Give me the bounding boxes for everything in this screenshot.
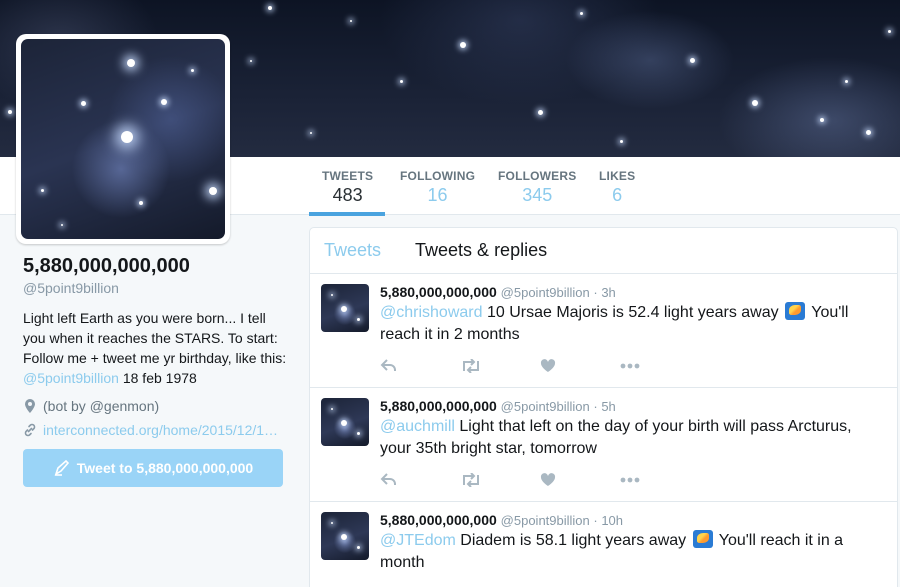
more-options-icon[interactable]: [620, 356, 700, 376]
tweet-header: 5,880,000,000,000 @5point9billion · 10h: [380, 512, 883, 528]
more-options-icon[interactable]: [620, 470, 700, 490]
retweet-icon[interactable]: [460, 470, 540, 490]
tweet-header: 5,880,000,000,000 @5point9billion · 3h: [380, 284, 883, 300]
tweet-meta: @5point9billion · 3h: [500, 285, 616, 300]
location-pin-icon: [25, 399, 35, 413]
tweet-text: @chrishoward 10 Ursae Majoris is 52.4 li…: [380, 302, 883, 346]
tweet-body: 10 Ursae Majoris is 52.4 light years awa…: [482, 304, 784, 321]
stat-label: TWEETS: [322, 169, 374, 183]
tweet-item[interactable]: 5,880,000,000,000 @5point9billion · 5h @…: [310, 388, 897, 502]
reply-icon[interactable]: [380, 356, 460, 376]
stat-label: LIKES: [599, 169, 636, 183]
shooting-star-emoji-icon: [785, 302, 806, 320]
tweet-avatar[interactable]: [321, 284, 369, 332]
tweet-meta: @5point9billion · 10h: [500, 513, 624, 528]
tweet-item[interactable]: 5,880,000,000,000 @5point9billion · 3h @…: [310, 274, 897, 388]
location-text: (bot by @genmon): [43, 398, 160, 414]
tweet-author-name[interactable]: 5,880,000,000,000: [380, 512, 497, 528]
like-heart-icon[interactable]: [540, 356, 620, 376]
tweet-actions: [380, 356, 700, 376]
stat-likes[interactable]: LIKES 6: [599, 169, 635, 206]
tweet-to-button-label: Tweet to 5,880,000,000,000: [76, 460, 254, 476]
tweet-avatar[interactable]: [321, 398, 369, 446]
profile-url-link[interactable]: interconnected.org/home/2015/12/1…: [43, 422, 278, 438]
bio-text-end: 18 feb 1978: [118, 370, 197, 386]
compose-quill-icon: [54, 459, 69, 476]
location-row: (bot by @genmon): [23, 398, 288, 414]
stat-value: 345: [522, 185, 553, 205]
stat-tweets[interactable]: TWEETS 483: [322, 169, 373, 206]
tweet-author-name[interactable]: 5,880,000,000,000: [380, 398, 497, 414]
tweet-item[interactable]: 5,880,000,000,000 @5point9billion · 10h …: [310, 502, 897, 587]
avatar-image: [21, 39, 225, 239]
profile-card: 5,880,000,000,000 @5point9billion Light …: [23, 255, 288, 438]
profile-page: TWEETS 483 FOLLOWING 16 FOLLOWERS 345 LI…: [0, 0, 900, 587]
tweet-author-name[interactable]: 5,880,000,000,000: [380, 284, 497, 300]
timeline: Tweets Tweets & replies 5,880,000,000,00…: [309, 227, 898, 587]
stat-label: FOLLOWING: [400, 169, 476, 183]
stat-label: FOLLOWERS: [498, 169, 577, 183]
timeline-tabs: Tweets Tweets & replies: [310, 228, 897, 274]
bio-mention-link[interactable]: @5point9billion: [23, 370, 119, 386]
like-heart-icon[interactable]: [540, 470, 620, 490]
tweet-actions: [380, 470, 700, 490]
tweet-header: 5,880,000,000,000 @5point9billion · 5h: [380, 398, 883, 414]
profile-bio: Light left Earth as you were born... I t…: [23, 308, 288, 388]
tweet-text: @auchmill Light that left on the day of …: [380, 416, 883, 460]
tweet-body: Diadem is 58.1 light years away: [455, 532, 691, 549]
profile-handle[interactable]: @5point9billion: [23, 280, 288, 296]
url-row: interconnected.org/home/2015/12/1…: [23, 422, 288, 438]
stat-value: 483: [332, 185, 363, 205]
stat-value: 16: [427, 185, 448, 205]
link-icon: [24, 423, 36, 437]
profile-avatar[interactable]: [16, 34, 230, 244]
tweet-mention-link[interactable]: @JTEdom: [380, 532, 456, 549]
tweet-avatar[interactable]: [321, 512, 369, 560]
active-stat-underline: [309, 212, 385, 216]
tab-tweets-and-replies[interactable]: Tweets & replies: [415, 240, 547, 261]
stat-value: 6: [612, 185, 623, 205]
shooting-star-emoji-icon: [692, 530, 713, 548]
tab-tweets[interactable]: Tweets: [324, 240, 381, 261]
reply-icon[interactable]: [380, 470, 460, 490]
tweet-to-button[interactable]: Tweet to 5,880,000,000,000: [23, 449, 283, 487]
bio-text: Light left Earth as you were born... I t…: [23, 310, 287, 366]
tweet-mention-link[interactable]: @chrishoward: [380, 304, 483, 321]
profile-name: 5,880,000,000,000: [23, 255, 190, 277]
retweet-icon[interactable]: [460, 356, 540, 376]
stat-followers[interactable]: FOLLOWERS 345: [498, 169, 576, 206]
tweet-meta: @5point9billion · 5h: [500, 399, 616, 414]
tweet-text: @JTEdom Diadem is 58.1 light years away …: [380, 530, 883, 574]
stat-following[interactable]: FOLLOWING 16: [400, 169, 475, 206]
tweet-mention-link[interactable]: @auchmill: [380, 418, 455, 435]
